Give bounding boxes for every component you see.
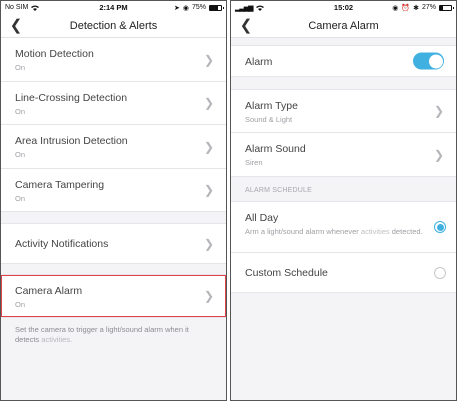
list-item-motion-detection[interactable]: Motion Detection On ❯ bbox=[1, 38, 226, 82]
alarm-clock-icon: ⏰ bbox=[401, 4, 411, 12]
chevron-right-icon: ❯ bbox=[203, 289, 214, 303]
battery-percent: 75% bbox=[191, 4, 206, 11]
list-item-status: On bbox=[15, 194, 26, 203]
status-bar: ▂▃▅▆ 15:02 ◉ ⏰ ✱ 27% bbox=[231, 1, 456, 14]
list-item-line-crossing[interactable]: Line-Crossing Detection On ❯ bbox=[1, 82, 226, 125]
bluetooth-icon: ✱ bbox=[413, 4, 419, 12]
chevron-right-icon: ❯ bbox=[203, 139, 214, 154]
list-item-camera-tampering[interactable]: Camera Tampering On ❯ bbox=[1, 169, 226, 212]
section-gap bbox=[1, 264, 226, 275]
rotation-lock-icon: ◉ bbox=[392, 4, 399, 12]
chevron-right-icon: ❯ bbox=[203, 183, 214, 197]
list-item-status: On bbox=[15, 300, 26, 309]
chevron-left-icon[interactable]: ❮ bbox=[9, 17, 23, 35]
option-label: All Day bbox=[245, 212, 279, 224]
chevron-right-icon: ❯ bbox=[203, 52, 214, 67]
detection-list: Motion Detection On ❯ Line-Crossing Dete… bbox=[1, 38, 226, 212]
list-item-status: On bbox=[15, 63, 26, 72]
wifi-icon bbox=[255, 5, 264, 11]
list-item-label: Alarm Type bbox=[245, 100, 298, 112]
list-item-label: Line-Crossing Detection bbox=[15, 92, 128, 104]
left-screen: No SIM 2:14 PM ➤ ◉ 75% ❮ Detection & Ale… bbox=[0, 0, 227, 401]
option-description: Arm a light/sound alarm whenever activit… bbox=[245, 227, 423, 236]
option-label: Custom Schedule bbox=[245, 267, 328, 279]
battery-icon bbox=[439, 4, 454, 11]
list-item-alarm-sound[interactable]: Alarm Sound Siren ❯ bbox=[231, 133, 456, 177]
chevron-right-icon: ❯ bbox=[433, 104, 444, 118]
chevron-right-icon: ❯ bbox=[203, 236, 214, 251]
rotation-lock-icon: ◉ bbox=[182, 4, 189, 12]
list-item-status: On bbox=[15, 107, 26, 116]
carrier-label: No SIM bbox=[5, 4, 29, 11]
list-item-camera-alarm[interactable]: Camera Alarm On ❯ bbox=[1, 275, 226, 318]
alarm-toggle-row: Alarm bbox=[231, 45, 456, 77]
chevron-left-icon[interactable]: ❮ bbox=[239, 17, 253, 35]
nav-bar: ❮ Detection & Alerts bbox=[1, 14, 226, 38]
list-item-value: Siren bbox=[245, 158, 263, 167]
section-header-alarm-schedule: ALARM SCHEDULE bbox=[231, 177, 456, 202]
list-item-label: Alarm Sound bbox=[245, 143, 306, 155]
location-icon: ➤ bbox=[174, 4, 180, 12]
section-gap bbox=[231, 38, 456, 45]
nav-bar: ❮ Camera Alarm bbox=[231, 14, 456, 38]
list-item-status: On bbox=[15, 150, 26, 159]
list-item-label: Motion Detection bbox=[15, 48, 94, 60]
wifi-icon bbox=[31, 5, 40, 11]
radio-dot bbox=[436, 223, 444, 231]
page-title: Camera Alarm bbox=[308, 19, 379, 32]
alarm-toggle[interactable] bbox=[413, 52, 444, 70]
list-item-label: Camera Alarm bbox=[15, 285, 83, 297]
signal-icon: ▂▃▅▆ bbox=[235, 4, 254, 12]
list-item-alarm-type[interactable]: Alarm Type Sound & Light ❯ bbox=[231, 90, 456, 133]
toggle-knob bbox=[428, 54, 443, 68]
list-item-value: Sound & Light bbox=[245, 115, 293, 124]
list-item-activity-notifications[interactable]: Activity Notifications ❯ bbox=[1, 224, 226, 264]
camera-alarm-description: Set the camera to trigger a light/sound … bbox=[15, 325, 189, 344]
page-title: Detection & Alerts bbox=[69, 19, 158, 32]
radio-custom-schedule[interactable] bbox=[434, 266, 446, 279]
chevron-right-icon: ❯ bbox=[433, 147, 444, 162]
right-screen: ▂▃▅▆ 15:02 ◉ ⏰ ✱ 27% ❮ Camera Alarm Alar… bbox=[230, 0, 457, 401]
schedule-option-all-day[interactable]: All Day Arm a light/sound alarm whenever… bbox=[231, 202, 456, 253]
list-item-label: Area Intrusion Detection bbox=[15, 135, 128, 147]
chevron-right-icon: ❯ bbox=[203, 96, 214, 110]
schedule-option-custom[interactable]: Custom Schedule bbox=[231, 253, 456, 293]
battery-icon bbox=[209, 4, 224, 11]
section-gap bbox=[1, 212, 226, 224]
section-gap bbox=[231, 77, 456, 90]
status-bar: No SIM 2:14 PM ➤ ◉ 75% bbox=[1, 1, 226, 14]
radio-all-day[interactable] bbox=[434, 221, 446, 233]
list-item-label: Camera Tampering bbox=[15, 179, 105, 191]
list-item-area-intrusion[interactable]: Area Intrusion Detection On ❯ bbox=[1, 125, 226, 169]
list-item-label: Activity Notifications bbox=[15, 238, 109, 250]
battery-percent: 27% bbox=[421, 4, 436, 11]
